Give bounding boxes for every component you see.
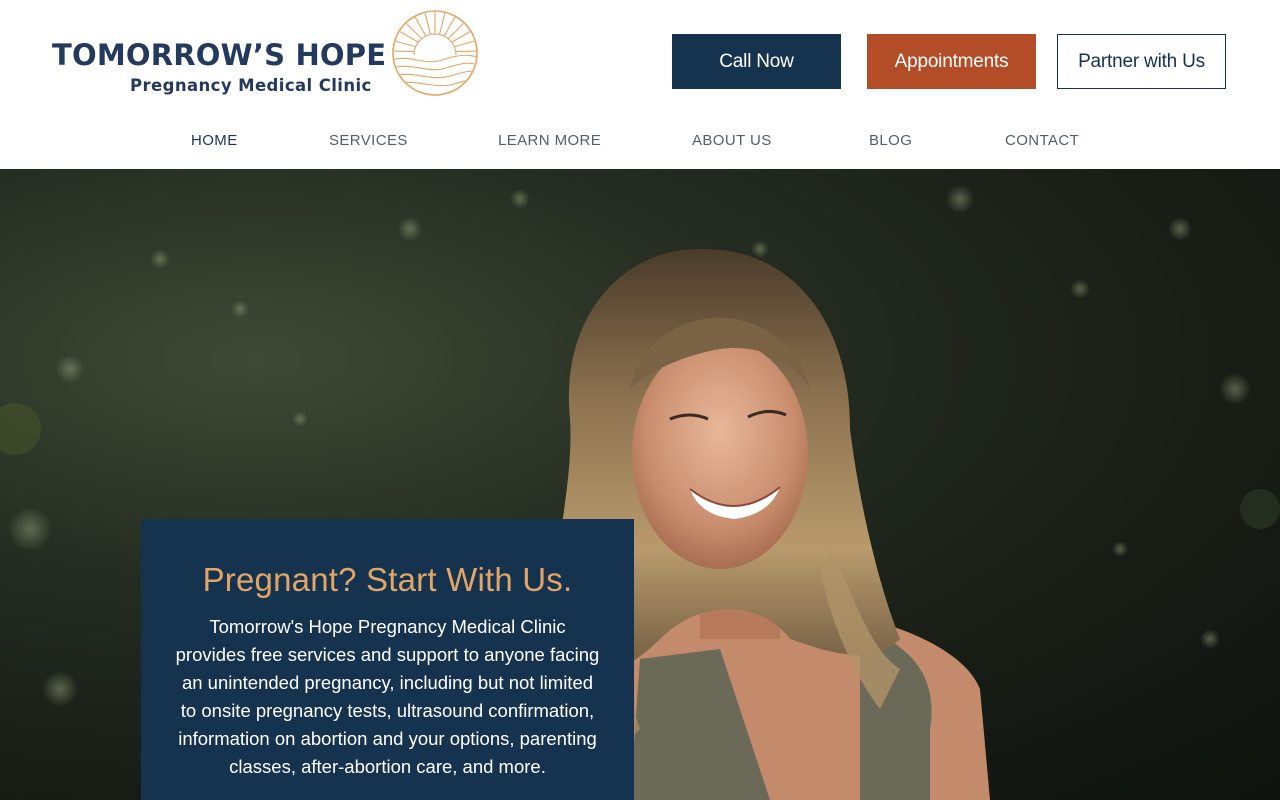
partner-with-us-button[interactable]: Partner with Us [1057,34,1226,89]
nav-about-us[interactable]: ABOUT US [692,132,772,149]
site-header: TOMORROW’S HOPE Pregnancy Medical Clinic [0,0,1280,169]
logo-tagline: Pregnancy Medical Clinic [130,76,372,95]
main-nav: HOME SERVICES LEARN MORE ABOUT US BLOG C… [0,118,1280,162]
nav-home[interactable]: HOME [191,132,238,149]
hero-card: Pregnant? Start With Us. Tomorrow's Hope… [141,519,634,800]
nav-services[interactable]: SERVICES [329,132,408,149]
appointments-button[interactable]: Appointments [867,34,1036,89]
sunrise-logo-icon [392,10,478,96]
nav-learn-more[interactable]: LEARN MORE [498,132,601,149]
hero-section: Pregnant? Start With Us. Tomorrow's Hope… [0,169,1280,800]
site-logo[interactable]: TOMORROW’S HOPE Pregnancy Medical Clinic [52,8,482,100]
call-now-button[interactable]: Call Now [672,34,841,89]
nav-contact[interactable]: CONTACT [1005,132,1079,149]
hero-description: Tomorrow's Hope Pregnancy Medical Clinic… [175,616,600,777]
nav-blog[interactable]: BLOG [869,132,912,149]
logo-title: TOMORROW’S HOPE [52,38,387,72]
hero-title: Pregnant? Start With Us. [202,561,573,598]
